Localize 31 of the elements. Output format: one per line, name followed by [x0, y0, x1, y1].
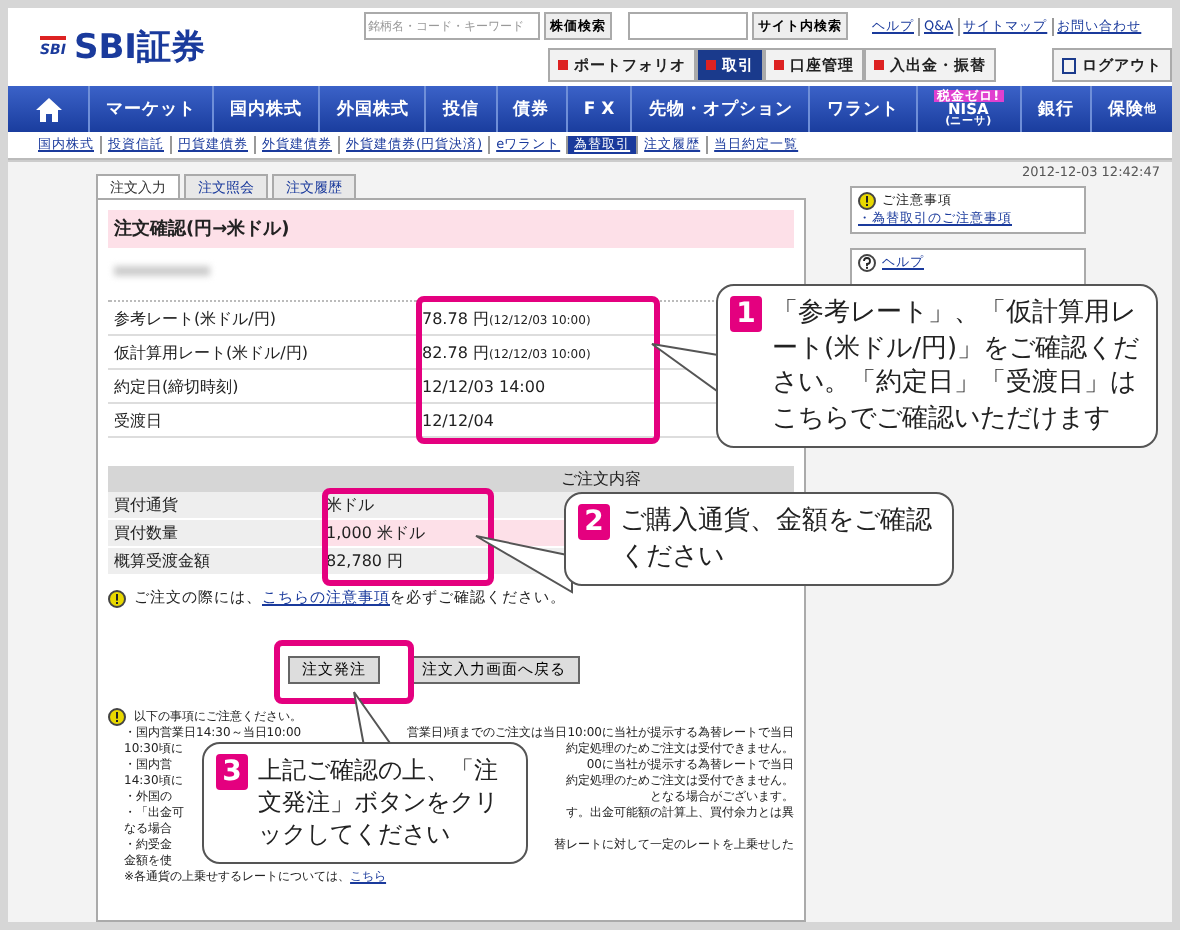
- callout-text: 上記ご確認の上、「注文発注」ボタンをクリックしてください: [258, 754, 500, 852]
- step-number: 1: [730, 296, 762, 332]
- nav-item[interactable]: 国内株式: [212, 86, 319, 132]
- nav-item[interactable]: 債券: [495, 86, 566, 132]
- warning-icon: [108, 708, 126, 726]
- help-icon: [858, 254, 876, 272]
- highlight-frame: [274, 640, 414, 704]
- blurred-text: [114, 266, 210, 276]
- table-cell: 買付数量: [108, 519, 320, 547]
- warning-icon: [858, 192, 876, 210]
- page-title: 注文確認(円→米ドル): [108, 210, 794, 248]
- table-cell: 受渡日: [108, 403, 416, 437]
- nav-item[interactable]: 先物・オプション: [630, 86, 809, 132]
- nav-item[interactable]: マーケット: [88, 86, 213, 132]
- nav-item[interactable]: 銀行: [1019, 86, 1090, 132]
- step-number: 3: [216, 754, 248, 790]
- warning-icon: [108, 589, 126, 607]
- table-cell: 参考レート(米ドル/円): [108, 301, 416, 335]
- logo-text: SBI証券: [73, 26, 206, 70]
- site-search-field[interactable]: [628, 12, 748, 40]
- nav-item[interactable]: ワラント: [808, 86, 916, 132]
- table-cell: 約定日(締切時刻): [108, 369, 416, 403]
- home-icon: [35, 97, 61, 121]
- table-cell: 仮計算用レート(米ドル/円): [108, 335, 416, 369]
- step-number: 2: [578, 504, 610, 540]
- table-cell: 概算受渡金額: [108, 547, 320, 575]
- table-cell: 買付通貨: [108, 492, 320, 519]
- nav-item[interactable]: 外国株式: [318, 86, 425, 132]
- nav-item[interactable]: 投信: [424, 86, 496, 132]
- table-heading: ご注文内容: [108, 466, 794, 492]
- nav-item[interactable]: F X: [565, 86, 631, 132]
